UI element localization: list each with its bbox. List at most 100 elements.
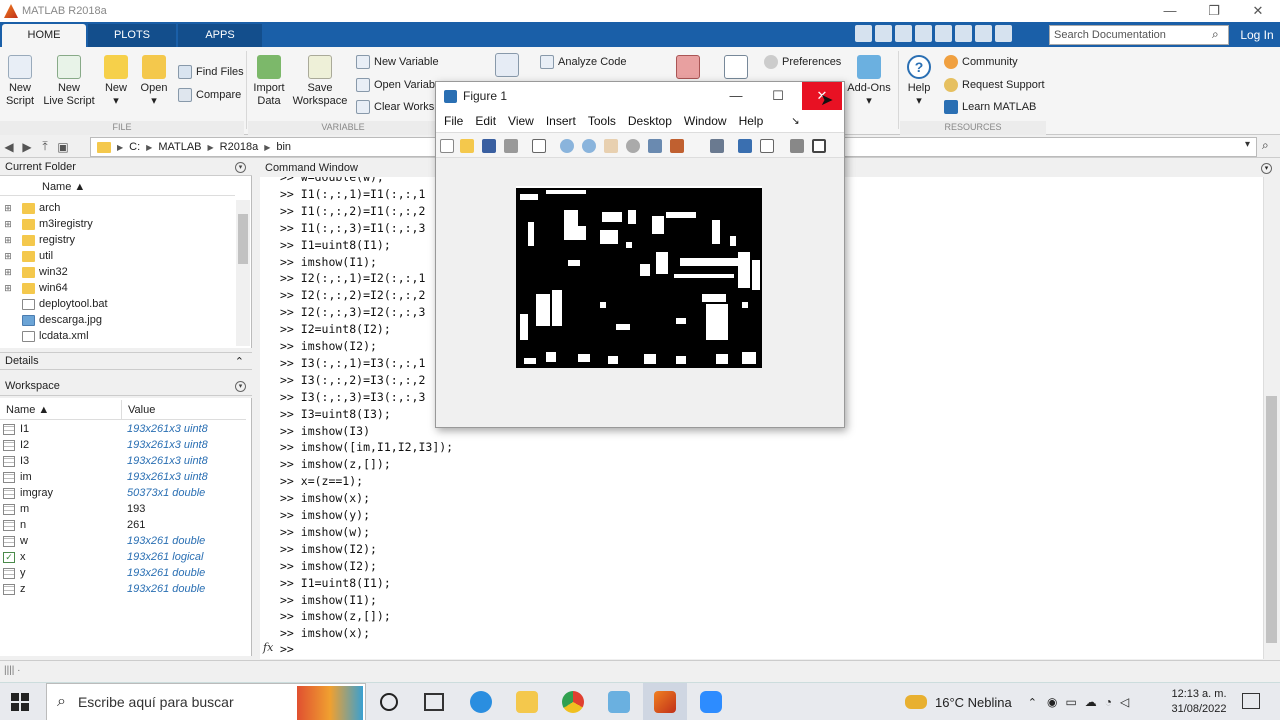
workspace-variable-row[interactable]: I3 193x261x3 uint8 xyxy=(0,453,252,469)
scrollbar-thumb[interactable] xyxy=(1266,396,1277,643)
minimize-button[interactable]: — xyxy=(1148,0,1192,22)
analyze-code-button[interactable]: Analyze Code xyxy=(540,55,627,69)
import-data-button[interactable]: Import Data xyxy=(252,55,286,108)
figure-menu-tools[interactable]: Tools xyxy=(588,114,616,128)
new-figure-icon[interactable] xyxy=(440,139,454,153)
weather-text[interactable]: 16°C Neblina xyxy=(935,695,1012,710)
figure-menu-view[interactable]: View xyxy=(508,114,534,128)
tab-apps[interactable]: APPS xyxy=(178,24,262,47)
back-arrow-icon[interactable]: ◀ xyxy=(0,140,18,154)
copy-icon[interactable] xyxy=(895,25,912,42)
help-button[interactable]: ? Help ▾ xyxy=(904,55,934,108)
file-list-item[interactable]: ⊞ m3iregistry xyxy=(0,216,93,232)
file-list-item[interactable]: descarga.jpg xyxy=(0,312,102,328)
request-support-button[interactable]: Request Support xyxy=(944,78,1045,92)
tray-chevron-icon[interactable]: ⌃ xyxy=(1028,696,1037,709)
learn-matlab-button[interactable]: Learn MATLAB xyxy=(944,100,1036,114)
new-button[interactable]: New ▾ xyxy=(100,55,132,108)
preferences-button[interactable]: Preferences xyxy=(764,55,841,69)
show-plot-tools-icon[interactable] xyxy=(812,139,826,153)
expand-plus-icon[interactable]: ⊞ xyxy=(0,267,16,278)
save-figure-icon[interactable] xyxy=(482,139,496,153)
colorbar-icon[interactable] xyxy=(738,139,752,153)
workspace-name-column[interactable]: Name ▲ xyxy=(0,400,122,420)
workspace-variable-row[interactable]: im 193x261x3 uint8 xyxy=(0,469,252,485)
compare-button[interactable]: Compare xyxy=(178,88,241,102)
path-dropdown-icon[interactable]: ▾ xyxy=(1245,139,1250,150)
redo-icon[interactable] xyxy=(955,25,972,42)
binary-image-display[interactable] xyxy=(516,186,762,368)
taskbar-clock[interactable]: 12:13 a. m. 31/08/2022 xyxy=(1166,687,1232,717)
file-list-item[interactable]: ⊞ win32 xyxy=(0,264,68,280)
figure-menu-insert[interactable]: Insert xyxy=(546,114,576,128)
task-view-icon[interactable] xyxy=(424,693,444,711)
path-segment-release[interactable]: R2018a xyxy=(220,141,259,153)
file-list-item[interactable]: ⊞ registry xyxy=(0,232,75,248)
login-button[interactable]: Log In xyxy=(1234,25,1280,45)
help-icon[interactable] xyxy=(995,25,1012,42)
figure-window[interactable]: Figure 1 — ☐ ✕ File Edit View Insert Tools De… xyxy=(435,81,845,428)
data-cursor-icon[interactable] xyxy=(648,139,662,153)
network-icon[interactable]: ◔ xyxy=(1105,695,1112,709)
figure-minimize-button[interactable]: — xyxy=(716,82,756,110)
cortana-icon[interactable] xyxy=(380,693,398,711)
workspace-variable-row[interactable]: ✓ x 193x261 logical xyxy=(0,549,252,565)
workspace-value-column[interactable]: Value xyxy=(122,400,246,420)
up-folder-icon[interactable]: ⤒ xyxy=(36,139,54,154)
path-segment-bin[interactable]: bin xyxy=(276,141,291,153)
volume-icon[interactable]: ◁ xyxy=(1120,695,1129,709)
open-file-icon[interactable] xyxy=(460,139,474,153)
cut-icon[interactable] xyxy=(875,25,892,42)
legend-icon[interactable] xyxy=(760,139,774,153)
forward-arrow-icon[interactable]: ▶ xyxy=(18,140,36,154)
expand-plus-icon[interactable]: ⊞ xyxy=(0,283,16,294)
clear-workspace-button[interactable]: Clear Worksp xyxy=(356,100,440,114)
browse-folder-icon[interactable]: ▣ xyxy=(54,140,72,154)
edge-icon[interactable] xyxy=(470,691,492,713)
file-list-item[interactable]: ⊞ arch xyxy=(0,200,60,216)
figure-menu-desktop[interactable]: Desktop xyxy=(628,114,672,128)
matlab-taskbar-icon[interactable] xyxy=(654,691,676,713)
figure-menu-file[interactable]: File xyxy=(444,114,463,128)
weather-icon[interactable] xyxy=(905,695,927,709)
notepad-icon[interactable] xyxy=(608,691,630,713)
search-icon[interactable]: ⌕ xyxy=(1212,27,1219,42)
pan-icon[interactable] xyxy=(604,139,618,153)
folder-scrollbar[interactable] xyxy=(236,200,250,346)
tab-home[interactable]: HOME xyxy=(2,24,86,47)
pointer-icon[interactable] xyxy=(532,139,546,153)
details-header[interactable]: Details ⌃ xyxy=(0,352,252,370)
panel-menu-icon[interactable]: ▾ xyxy=(1261,162,1272,174)
find-files-button[interactable]: Find Files xyxy=(178,65,244,79)
paste-icon[interactable] xyxy=(915,25,932,42)
zoom-out-icon[interactable] xyxy=(582,139,596,153)
workspace-variable-row[interactable]: m 193 xyxy=(0,501,252,517)
save-icon[interactable] xyxy=(855,25,872,42)
expand-plus-icon[interactable]: ⊞ xyxy=(0,251,16,262)
command-prompt[interactable]: >> xyxy=(280,641,294,658)
link-plot-icon[interactable] xyxy=(710,139,724,153)
open-variable-button[interactable]: Open Variab xyxy=(356,78,435,92)
undo-icon[interactable] xyxy=(935,25,952,42)
expand-plus-icon[interactable]: ⊞ xyxy=(0,235,16,246)
zoom-in-icon[interactable] xyxy=(560,139,574,153)
path-search-icon[interactable]: ⌕ xyxy=(1262,138,1269,153)
favorites-button[interactable] xyxy=(494,53,520,80)
zoom-app-icon[interactable] xyxy=(700,691,722,713)
file-explorer-icon[interactable] xyxy=(516,691,538,713)
print-icon[interactable] xyxy=(504,139,518,153)
workspace-variable-row[interactable]: n 261 xyxy=(0,517,252,533)
meet-now-icon[interactable]: ◉ xyxy=(1047,695,1057,709)
name-column-header[interactable]: Name ▲ xyxy=(0,178,235,196)
figure-menu-edit[interactable]: Edit xyxy=(475,114,496,128)
file-list-item[interactable]: ⊞ util xyxy=(0,248,53,264)
workspace-variable-row[interactable]: w 193x261 double xyxy=(0,533,252,549)
open-button[interactable]: Open ▾ xyxy=(138,55,170,108)
close-button[interactable]: ✕ xyxy=(1236,0,1280,22)
workspace-variable-row[interactable]: imgray 50373x1 double xyxy=(0,485,252,501)
workspace-variable-row[interactable]: I2 193x261x3 uint8 xyxy=(0,437,252,453)
hide-plot-tools-icon[interactable] xyxy=(790,139,804,153)
new-variable-button[interactable]: New Variable xyxy=(356,55,439,69)
notifications-icon[interactable] xyxy=(1242,693,1260,709)
windows-start-icon[interactable] xyxy=(10,692,30,712)
